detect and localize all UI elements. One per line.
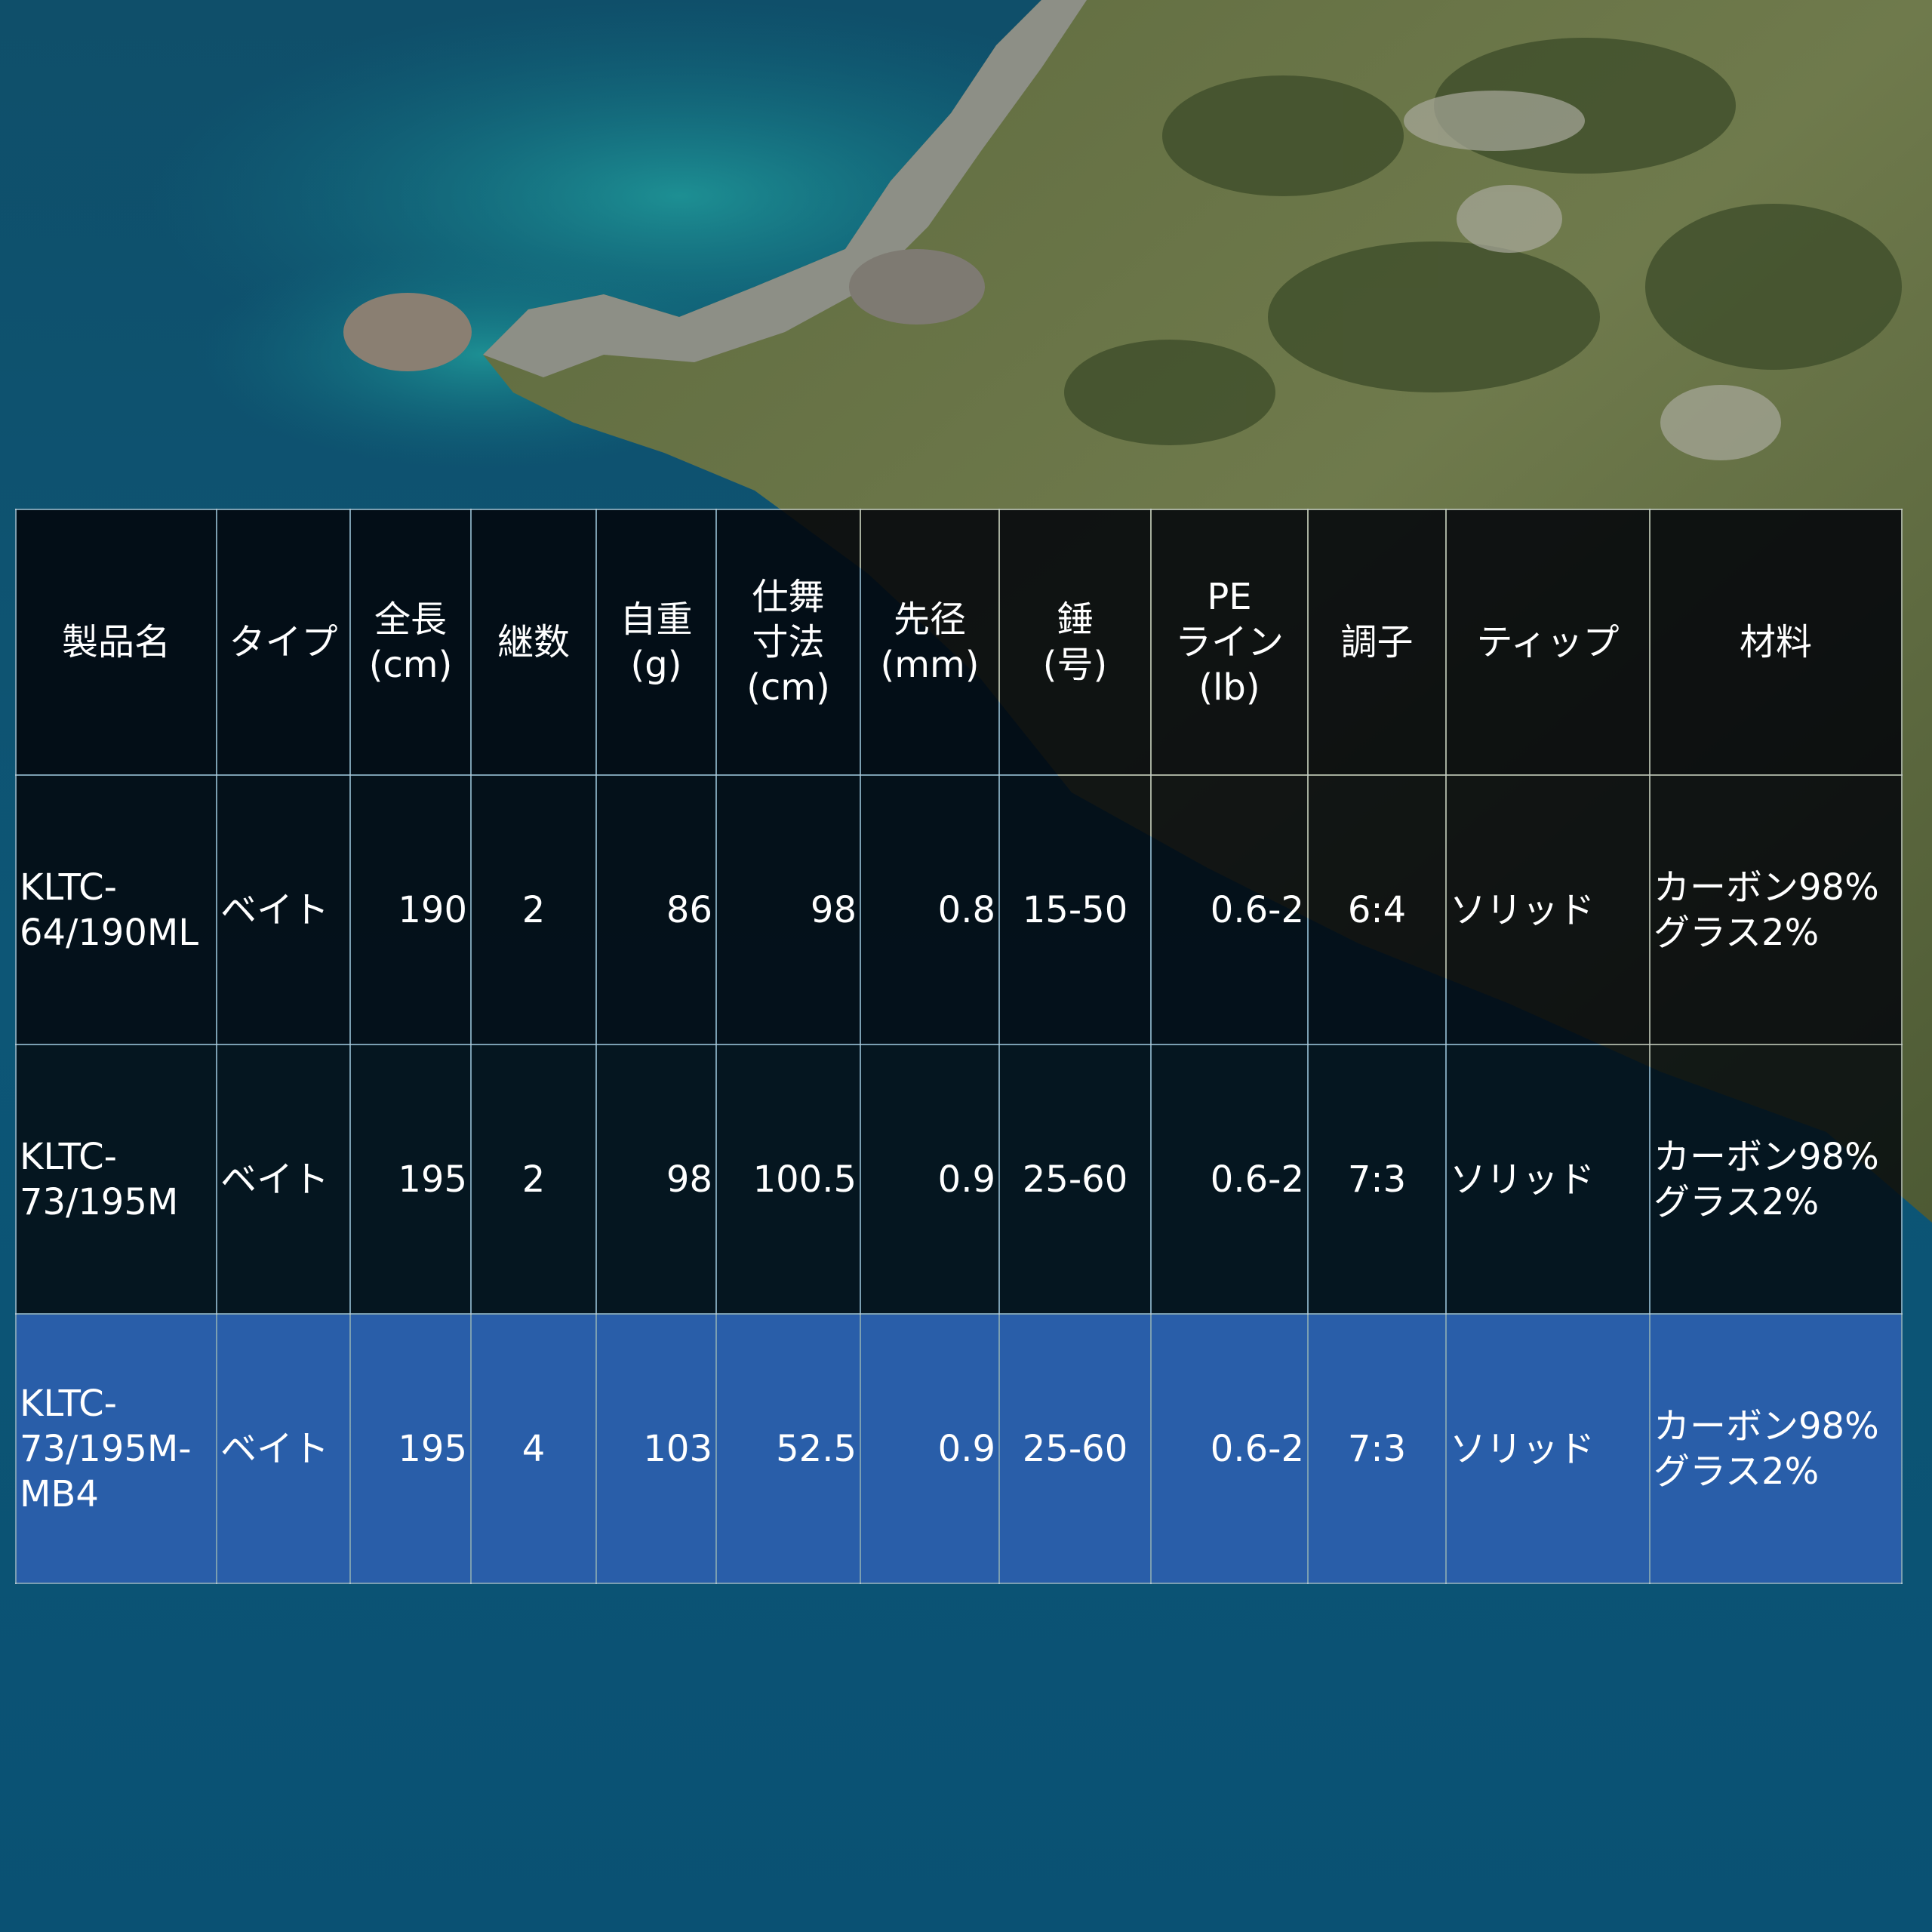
cell-pe-line: 0.6-2	[1150, 1313, 1309, 1584]
cell-type: ベイト	[216, 774, 351, 1045]
cell-closed-length: 100.5	[715, 1044, 861, 1315]
header-type: タイプ	[216, 509, 351, 776]
cell-product-name: KLTC- 73/195M- MB4	[15, 1313, 217, 1584]
cell-closed-length: 98	[715, 774, 861, 1045]
cell-length: 195	[349, 1044, 472, 1315]
cell-action: 7:3	[1307, 1044, 1447, 1315]
cell-type: ベイト	[216, 1044, 351, 1315]
cell-product-name: KLTC- 64/190ML	[15, 774, 217, 1045]
cell-pe-line: 0.6-2	[1150, 774, 1309, 1045]
cell-tip: ソリッド	[1445, 1313, 1651, 1584]
cell-weight: 86	[595, 774, 717, 1045]
cell-tip-diameter: 0.8	[860, 774, 1000, 1045]
cell-closed-length: 52.5	[715, 1313, 861, 1584]
table-row-highlighted: KLTC- 73/195M- MB4 ベイト 195 4 103 52.5 0.…	[15, 1313, 1903, 1584]
header-pieces: 継数	[470, 509, 597, 776]
cell-pe-line: 0.6-2	[1150, 1044, 1309, 1315]
header-weight: 自重 (g)	[595, 509, 717, 776]
cell-length: 195	[349, 1313, 472, 1584]
header-tip: ティップ	[1445, 509, 1651, 776]
cell-tip-diameter: 0.9	[860, 1044, 1000, 1315]
cell-product-name: KLTC- 73/195M	[15, 1044, 217, 1315]
cell-action: 7:3	[1307, 1313, 1447, 1584]
cell-weight: 98	[595, 1044, 717, 1315]
header-product-name: 製品名	[15, 509, 217, 776]
cell-material: カーボン98% グラス2%	[1649, 1313, 1903, 1584]
spec-table: 製品名 タイプ 全長 (cm) 継数 自重 (g) 仕舞 寸法 (cm) 先径 …	[15, 509, 1903, 1584]
header-closed-length: 仕舞 寸法 (cm)	[715, 509, 861, 776]
header-pe-line: PE ライン (lb)	[1150, 509, 1309, 776]
table-row: KLTC- 73/195M ベイト 195 2 98 100.5 0.9 25-…	[15, 1044, 1903, 1315]
cell-weight: 103	[595, 1313, 717, 1584]
cell-material: カーボン98% グラス2%	[1649, 1044, 1903, 1315]
cell-pieces: 2	[470, 1044, 597, 1315]
header-row: 製品名 タイプ 全長 (cm) 継数 自重 (g) 仕舞 寸法 (cm) 先径 …	[15, 509, 1903, 776]
cell-sinker: 25-60	[998, 1044, 1152, 1315]
cell-sinker: 15-50	[998, 774, 1152, 1045]
cell-pieces: 2	[470, 774, 597, 1045]
table-row: KLTC- 64/190ML ベイト 190 2 86 98 0.8 15-50…	[15, 774, 1903, 1045]
cell-tip-diameter: 0.9	[860, 1313, 1000, 1584]
header-sinker: 錘 (号)	[998, 509, 1152, 776]
header-tip-diameter: 先径 (mm)	[860, 509, 1000, 776]
cell-pieces: 4	[470, 1313, 597, 1584]
cell-type: ベイト	[216, 1313, 351, 1584]
cell-action: 6:4	[1307, 774, 1447, 1045]
header-action: 調子	[1307, 509, 1447, 776]
cell-tip: ソリッド	[1445, 1044, 1651, 1315]
cell-tip: ソリッド	[1445, 774, 1651, 1045]
cell-length: 190	[349, 774, 472, 1045]
cell-sinker: 25-60	[998, 1313, 1152, 1584]
header-length: 全長 (cm)	[349, 509, 472, 776]
header-material: 材料	[1649, 509, 1903, 776]
cell-material: カーボン98% グラス2%	[1649, 774, 1903, 1045]
